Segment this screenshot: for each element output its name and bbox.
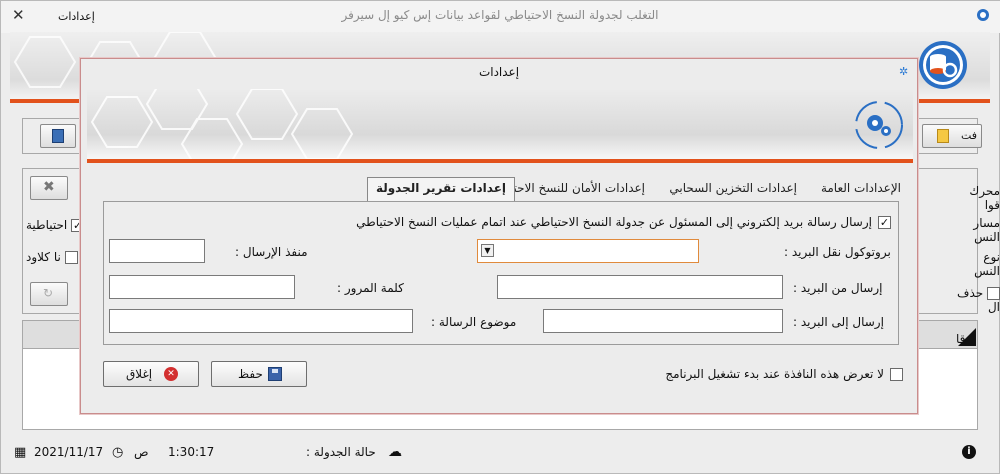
document-icon: [52, 129, 64, 143]
sender-email-label: إرسال من البريد :: [793, 281, 883, 295]
dialog-hex-pattern-icon: [90, 89, 354, 159]
smtp-port-label: منفذ الإرسال :: [235, 245, 308, 259]
password-label: كلمة المرور :: [337, 281, 404, 295]
status-time: 1:30:17: [168, 445, 215, 459]
grid-corner-icon: [958, 328, 976, 346]
main-delete-checkbox[interactable]: [987, 287, 1000, 300]
main-engine-label: محرك قوا: [969, 184, 1000, 212]
chevron-down-icon[interactable]: ▼: [481, 244, 494, 257]
clock-icon: ◷: [112, 445, 124, 460]
x-icon: ✖: [43, 179, 55, 195]
gears-icon: [855, 101, 903, 149]
recipient-email-label: إرسال إلى البريد :: [793, 315, 884, 329]
main-delete-label: حذف ال: [948, 286, 1000, 314]
tab-schedule-report[interactable]: إعدادات تقرير الجدولة: [366, 177, 515, 201]
recipient-email-input[interactable]: [543, 309, 783, 333]
main-disabled-button[interactable]: ↻: [30, 282, 68, 306]
close-button[interactable]: ✕ إغلاق: [103, 361, 199, 387]
app-icon: [977, 9, 989, 21]
hide-on-start-checkbox[interactable]: [890, 368, 903, 381]
save-button[interactable]: حفظ: [211, 361, 307, 387]
status-schedule-label: حالة الجدولة :: [306, 445, 376, 459]
password-input[interactable]: [109, 275, 295, 299]
main-cloud-checkbox[interactable]: [64, 251, 78, 264]
dialog-tabs: الإعدادات العامة إعدادات التخزين السحابي…: [331, 177, 901, 201]
main-window-title: التغلب لجدولة النسخ الاحتياطي لقواعد بيا…: [341, 8, 659, 22]
settings-dialog: إعدادات ✲ الإعدادات العامة إعدادات التخز…: [80, 58, 918, 414]
sender-email-input[interactable]: [497, 275, 783, 299]
message-subject-label: موضوع الرسالة :: [431, 315, 517, 329]
close-label: إغلاق: [126, 367, 153, 381]
tab-cloud-storage[interactable]: إعدادات التخزين السحابي: [669, 181, 797, 195]
dialog-title: إعدادات: [478, 65, 520, 79]
status-date: 2021/11/17: [34, 445, 104, 459]
main-cloud-text: نا كلاود: [26, 250, 61, 264]
calendar-icon: ▦: [14, 445, 27, 460]
save-label: حفظ: [238, 367, 263, 381]
main-path-label: مسار النس: [973, 216, 1000, 244]
main-cloud-option: نا كلاود: [26, 250, 78, 264]
send-email-option: ✓ إرسال رسالة بريد إلكتروني إلى المسئول ع…: [311, 215, 891, 229]
send-email-label: إرسال رسالة بريد إلكتروني إلى المسئول عن…: [356, 215, 872, 229]
dialog-titlebar: إعدادات ✲: [81, 59, 917, 87]
refresh-icon: ↻: [43, 286, 54, 300]
hide-on-start-option: لا تعرض هذه النافذة عند بدء تشغيل البرنا…: [561, 367, 903, 381]
hide-on-start-label: لا تعرض هذه النافذة عند بدء تشغيل البرنا…: [665, 367, 884, 381]
main-open-label: فت: [960, 129, 977, 142]
dialog-settings-icon: ✲: [899, 65, 909, 78]
main-close-icon[interactable]: ✕: [12, 6, 25, 24]
close-icon: ✕: [164, 367, 178, 381]
send-email-checkbox[interactable]: ✓: [878, 216, 891, 229]
smtp-protocol-select[interactable]: ▼: [477, 239, 699, 263]
smtp-protocol-label: بروتوكول نقل البريد :: [784, 245, 891, 259]
message-subject-input[interactable]: [109, 309, 413, 333]
cloud-icon: ☁: [388, 444, 402, 460]
main-backup-option: ✓ احتياطية: [26, 218, 85, 232]
main-delete-button[interactable]: ✖: [30, 176, 68, 200]
app-logo-icon: [919, 41, 967, 89]
dialog-banner: [87, 89, 913, 159]
dialog-banner-stripe: [87, 159, 913, 163]
main-backup-text: احتياطية: [26, 218, 68, 232]
edit-icon: [937, 129, 949, 143]
status-ampm: ص: [134, 445, 149, 459]
main-toolbar-button[interactable]: [40, 124, 76, 148]
main-open-button[interactable]: فت: [922, 124, 982, 148]
save-icon: [268, 367, 282, 381]
tab-general-settings[interactable]: الإعدادات العامة: [821, 181, 901, 195]
smtp-port-input[interactable]: [109, 239, 205, 263]
info-icon[interactable]: i: [962, 445, 976, 459]
main-settings-menu[interactable]: إعدادات: [58, 10, 95, 23]
main-type-label: نوع النس: [974, 250, 1000, 278]
